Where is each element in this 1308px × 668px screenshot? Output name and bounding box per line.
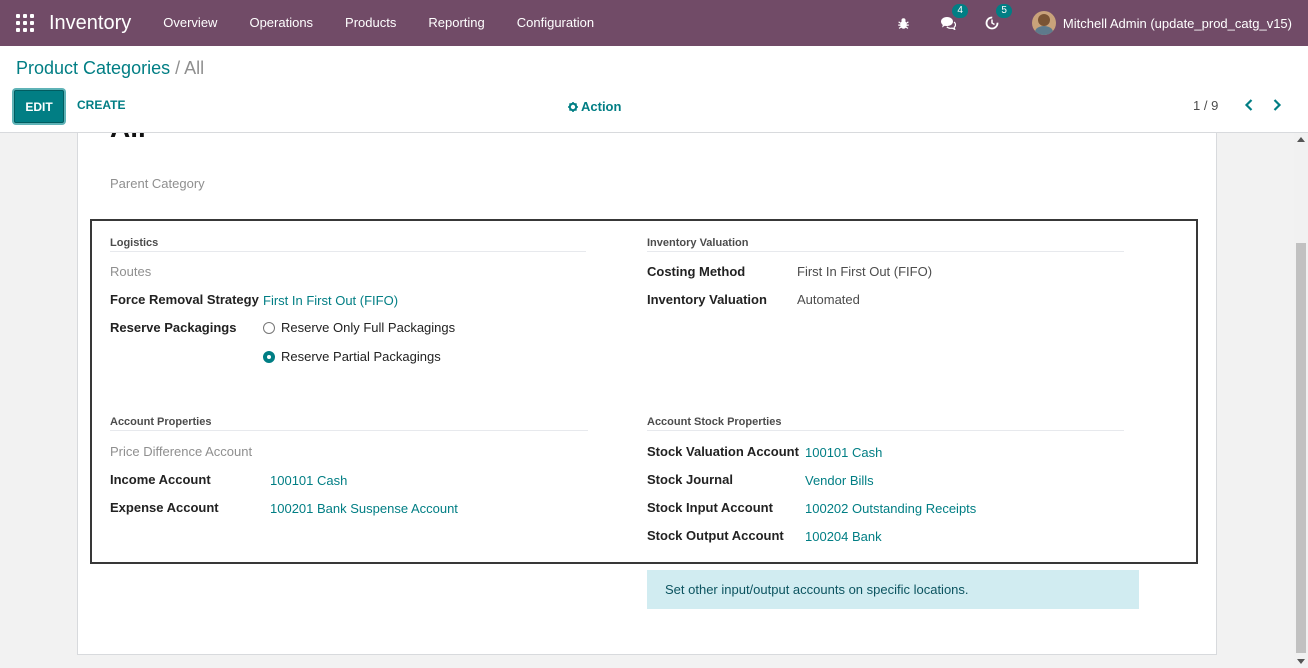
- create-button[interactable]: CREATE: [77, 98, 125, 112]
- radio-checked-icon[interactable]: [263, 350, 275, 363]
- chevron-left-icon[interactable]: [1242, 98, 1256, 112]
- menu-operations[interactable]: Operations: [233, 0, 329, 46]
- activities-badge: 5: [996, 4, 1012, 18]
- info-alert: Set other input/output accounts on speci…: [647, 570, 1139, 609]
- breadcrumb: Product Categories / All: [16, 58, 204, 79]
- navbar-systray: 4 5 Mitchell Admin (update_prod_catg_v15…: [882, 0, 1308, 46]
- logistics-title: Logistics: [110, 237, 586, 252]
- messages-icon[interactable]: 4: [938, 4, 968, 33]
- action-menu-button[interactable]: Action: [568, 99, 621, 114]
- account-stock-properties-title: Account Stock Properties: [647, 416, 1124, 431]
- scroll-down-arrow-icon[interactable]: [1297, 659, 1305, 664]
- income-account-link[interactable]: 100101 Cash: [270, 473, 347, 488]
- app-brand[interactable]: Inventory: [49, 12, 131, 35]
- pager-value[interactable]: 1 / 9: [1193, 98, 1218, 113]
- menu-reporting[interactable]: Reporting: [412, 0, 500, 46]
- control-panel: Product Categories / All EDIT CREATE Act…: [0, 46, 1308, 133]
- breadcrumb-current: All: [184, 58, 205, 78]
- category-properties-box: Logistics Routes Force Removal Strategy …: [90, 219, 1198, 564]
- top-navbar: Inventory Overview Operations Products R…: [0, 0, 1308, 46]
- inventory-valuation-title: Inventory Valuation: [647, 237, 1124, 252]
- radio-full-packagings[interactable]: Reserve Only Full Packagings: [263, 320, 455, 335]
- form-view: All Parent Category Logistics Routes For…: [0, 133, 1294, 668]
- price-difference-label: Price Difference Account: [110, 444, 253, 459]
- costing-method-value: First In First Out (FIFO): [797, 264, 933, 279]
- parent-category-label: Parent Category: [110, 176, 205, 191]
- scrollbar[interactable]: [1294, 133, 1308, 668]
- menu-configuration[interactable]: Configuration: [501, 0, 610, 46]
- stock-input-account-link[interactable]: 100202 Outstanding Receipts: [805, 501, 976, 516]
- chevron-right-icon[interactable]: [1270, 98, 1284, 112]
- radio-full-label: Reserve Only Full Packagings: [281, 320, 456, 335]
- removal-strategy-label: Force Removal Strategy: [110, 292, 259, 307]
- menu-products[interactable]: Products: [329, 0, 412, 46]
- breadcrumb-product-categories[interactable]: Product Categories: [16, 58, 170, 78]
- removal-strategy-link[interactable]: First In First Out (FIFO): [263, 293, 398, 308]
- messages-badge: 4: [952, 4, 968, 18]
- action-label: Action: [581, 99, 622, 114]
- activities-icon[interactable]: 5: [982, 4, 1012, 33]
- user-menu[interactable]: Mitchell Admin (update_prod_catg_v15): [1031, 11, 1292, 35]
- routes-label: Routes: [110, 264, 152, 279]
- edit-button[interactable]: EDIT: [14, 90, 64, 123]
- radio-unchecked-icon[interactable]: [263, 321, 275, 334]
- expense-account-link[interactable]: 100201 Bank Suspense Account: [270, 501, 458, 516]
- bug-icon[interactable]: [894, 13, 914, 33]
- stock-valuation-account-label: Stock Valuation Account: [647, 444, 799, 459]
- stock-valuation-account-link[interactable]: 100101 Cash: [805, 445, 882, 460]
- breadcrumb-separator: /: [170, 58, 185, 78]
- stock-journal-link[interactable]: Vendor Bills: [805, 473, 874, 488]
- inventory-valuation-value: Automated: [797, 292, 860, 307]
- radio-partial-packagings[interactable]: Reserve Partial Packagings: [263, 349, 441, 364]
- radio-partial-label: Reserve Partial Packagings: [281, 349, 441, 364]
- income-account-label: Income Account: [110, 472, 211, 487]
- gear-icon: [568, 101, 578, 112]
- expense-account-label: Expense Account: [110, 500, 219, 515]
- stock-output-account-link[interactable]: 100204 Bank: [805, 529, 882, 544]
- reserve-packagings-label: Reserve Packagings: [110, 320, 237, 335]
- scroll-up-arrow-icon[interactable]: [1297, 137, 1305, 142]
- inventory-valuation-label: Inventory Valuation: [647, 292, 767, 307]
- apps-menu-icon[interactable]: [16, 14, 34, 32]
- stock-input-account-label: Stock Input Account: [647, 500, 773, 515]
- costing-method-label: Costing Method: [647, 264, 746, 279]
- menu-overview[interactable]: Overview: [147, 0, 233, 46]
- account-properties-title: Account Properties: [110, 416, 588, 431]
- main-menu: Overview Operations Products Reporting C…: [147, 0, 610, 46]
- stock-output-account-label: Stock Output Account: [647, 528, 784, 543]
- form-sheet: All Parent Category Logistics Routes For…: [77, 133, 1217, 655]
- stock-journal-label: Stock Journal: [647, 472, 733, 487]
- user-name: Mitchell Admin (update_prod_catg_v15): [1062, 15, 1292, 31]
- scroll-thumb[interactable]: [1296, 243, 1306, 653]
- avatar: [1031, 11, 1056, 35]
- category-name: All: [110, 133, 146, 144]
